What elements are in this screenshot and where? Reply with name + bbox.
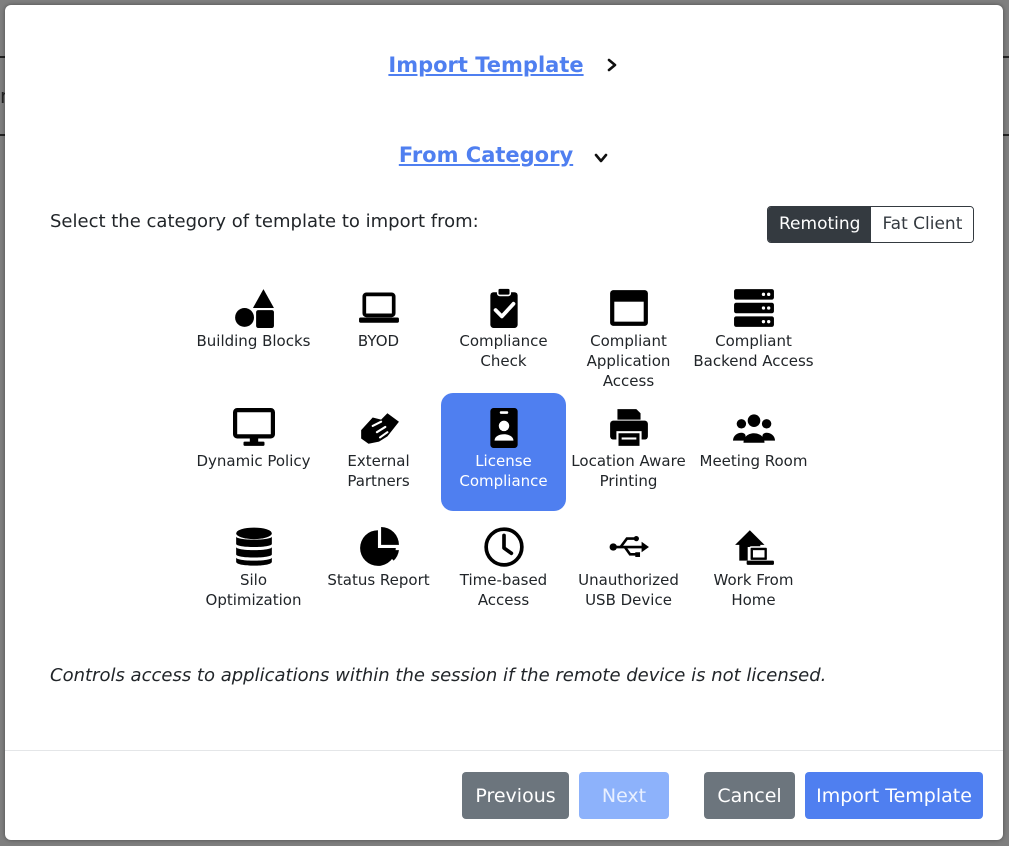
clipboard-check-icon xyxy=(489,287,518,328)
category-label: Work From Home xyxy=(713,571,794,609)
category-status-report[interactable]: Status Report xyxy=(316,512,441,630)
from-category-link[interactable]: From Category xyxy=(399,143,573,167)
toggle-remoting[interactable]: Remoting xyxy=(768,207,872,242)
laptop-icon xyxy=(358,292,399,323)
category-label: Compliant Backend Access xyxy=(693,332,814,370)
category-compliant-application-access[interactable]: Compliant Application Access xyxy=(566,273,691,391)
category-label: Location Aware Printing xyxy=(571,452,686,490)
category-label: Compliance Check xyxy=(459,332,548,370)
category-label: Meeting Room xyxy=(699,452,808,470)
server-icon xyxy=(733,289,774,327)
category-unauthorized-usb-device[interactable]: Unauthorized USB Device xyxy=(566,512,691,630)
category-description: Controls access to applications within t… xyxy=(50,665,827,686)
category-byod[interactable]: BYOD xyxy=(316,273,441,391)
category-label: Time-based Access xyxy=(459,571,548,609)
pie-chart-icon xyxy=(359,527,399,566)
category-label: Building Blocks xyxy=(196,332,311,350)
import-template-dialog: Import Template From Category Select the… xyxy=(5,5,1003,840)
category-label: External Partners xyxy=(347,452,410,490)
category-label: License Compliance xyxy=(459,452,548,490)
category-compliant-backend-access[interactable]: Compliant Backend Access xyxy=(691,273,816,391)
import-template-section-header: Import Template xyxy=(5,53,1003,77)
clock-icon xyxy=(483,527,524,567)
printer-icon xyxy=(609,409,648,448)
toggle-fat-client[interactable]: Fat Client xyxy=(871,207,974,242)
category-compliance-check[interactable]: Compliance Check xyxy=(441,273,566,391)
users-icon xyxy=(732,414,775,443)
category-prompt: Select the category of template to impor… xyxy=(50,211,479,232)
category-label: Status Report xyxy=(327,571,430,589)
category-silo-optimization[interactable]: Silo Optimization xyxy=(191,512,316,630)
next-button[interactable]: Next xyxy=(579,772,669,819)
chevron-right-icon[interactable] xyxy=(604,57,620,73)
previous-button[interactable]: Previous xyxy=(462,772,569,819)
category-work-from-home[interactable]: Work From Home xyxy=(691,512,816,630)
desktop-icon xyxy=(232,408,275,446)
id-badge-icon xyxy=(489,408,518,448)
import-template-button[interactable]: Import Template xyxy=(805,772,983,819)
client-mode-toggle: Remoting Fat Client xyxy=(767,206,975,243)
import-template-link[interactable]: Import Template xyxy=(388,53,583,77)
category-label: Dynamic Policy xyxy=(196,452,311,470)
footer-divider xyxy=(5,750,1003,751)
house-laptop-icon xyxy=(734,530,774,565)
database-icon xyxy=(235,527,272,566)
cancel-button[interactable]: Cancel xyxy=(704,772,795,819)
category-label: Compliant Application Access xyxy=(586,332,671,390)
category-external-partners[interactable]: External Partners xyxy=(316,393,441,511)
category-meeting-room[interactable]: Meeting Room xyxy=(691,393,816,511)
category-dynamic-policy[interactable]: Dynamic Policy xyxy=(191,393,316,511)
category-license-compliance[interactable]: License Compliance xyxy=(441,393,566,511)
category-time-based-access[interactable]: Time-based Access xyxy=(441,512,566,630)
category-location-aware-printing[interactable]: Location Aware Printing xyxy=(566,393,691,511)
window-icon xyxy=(609,290,648,326)
chevron-down-icon[interactable] xyxy=(593,150,609,166)
from-category-section-header: From Category xyxy=(5,143,1003,167)
category-label: Unauthorized USB Device xyxy=(578,571,679,609)
category-label: Silo Optimization xyxy=(205,571,302,609)
category-building-blocks[interactable]: Building Blocks xyxy=(191,273,316,391)
handshake-icon xyxy=(360,413,399,444)
category-label: BYOD xyxy=(357,332,400,350)
shapes-icon xyxy=(234,289,274,328)
usb-icon xyxy=(609,535,649,557)
